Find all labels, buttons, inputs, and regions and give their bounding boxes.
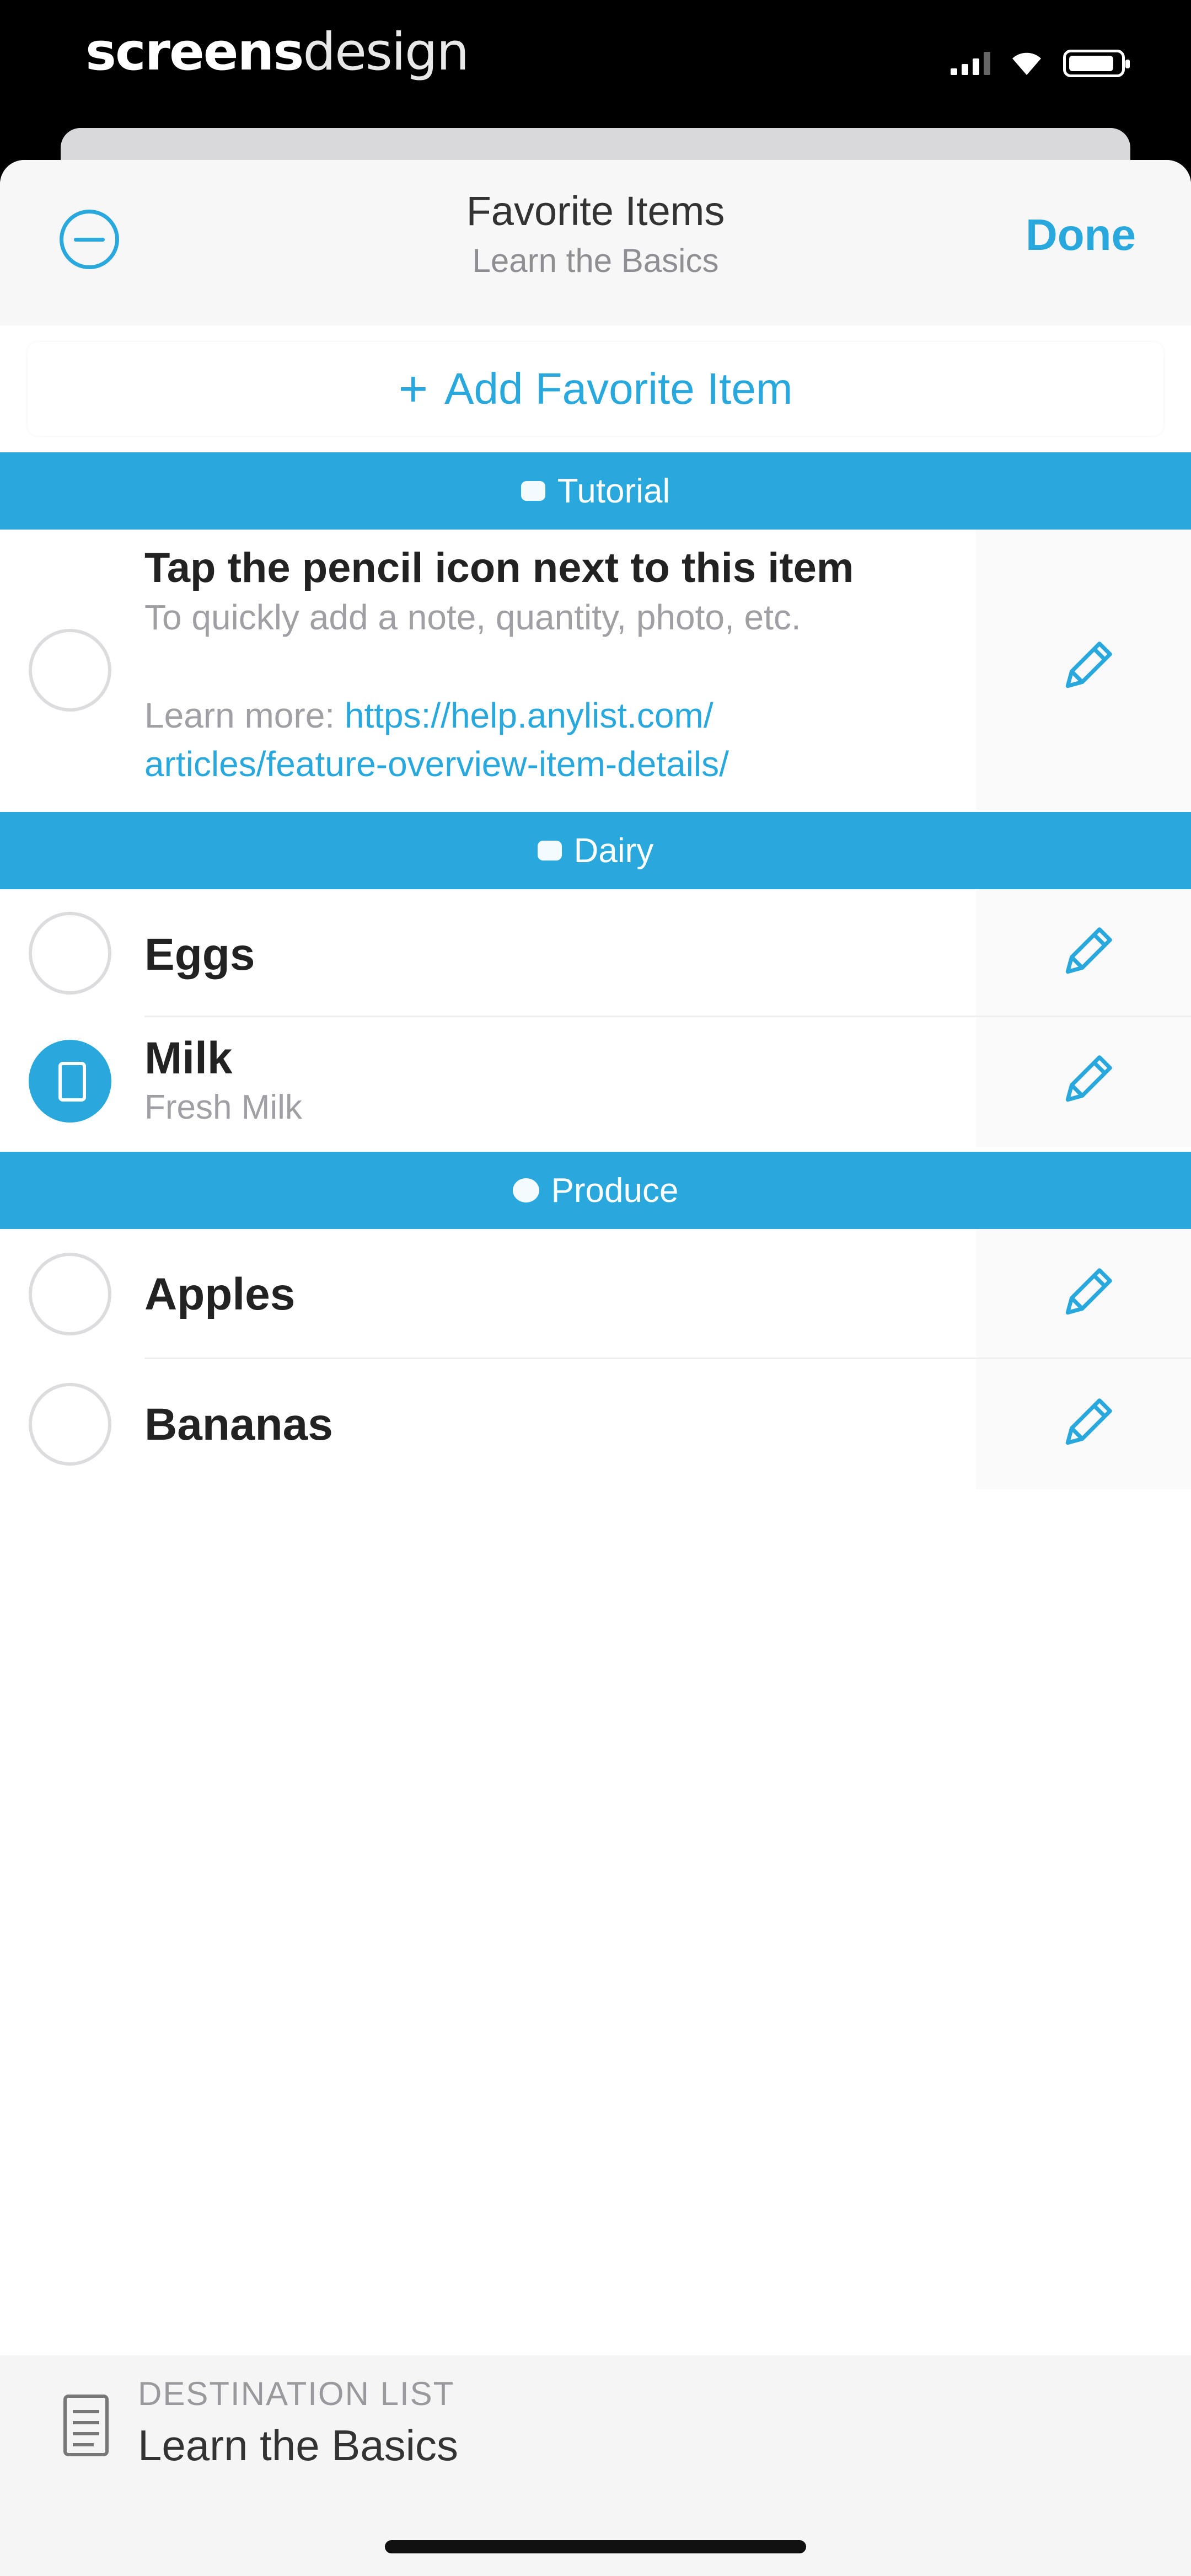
section-title-produce: Produce <box>551 1171 679 1210</box>
item-note: To quickly add a note, quantity, photo, … <box>144 597 801 637</box>
list-item-apples[interactable]: Apples <box>0 1229 1191 1359</box>
item-name: Bananas <box>144 1399 333 1450</box>
add-favorite-item-label: Add Favorite Item <box>444 364 793 413</box>
status-icons <box>951 50 1130 77</box>
category-icon <box>512 1178 539 1203</box>
edit-item-cell[interactable] <box>976 530 1191 811</box>
pencil-icon[interactable] <box>1053 920 1119 986</box>
watermark-bold: screens <box>85 22 304 82</box>
item-note: Fresh Milk <box>144 1088 302 1126</box>
edit-item-cell[interactable] <box>976 889 1191 1017</box>
edit-item-cell[interactable] <box>976 1229 1191 1359</box>
list-item-bananas[interactable]: Bananas <box>0 1359 1191 1489</box>
section-header-tutorial: Tutorial <box>0 452 1191 530</box>
destination-list-label: DESTINATION LIST <box>138 2375 455 2412</box>
watermark: screensdesign <box>85 22 469 82</box>
battery-icon <box>1063 50 1130 77</box>
item-checkbox[interactable] <box>29 912 111 995</box>
category-icon <box>537 841 562 861</box>
add-favorite-item-button[interactable]: + Add Favorite Item <box>28 342 1163 436</box>
done-button[interactable]: Done <box>1026 210 1136 260</box>
wifi-icon <box>1012 52 1041 75</box>
pencil-icon[interactable] <box>1053 1391 1119 1457</box>
section-header-produce: Produce <box>0 1152 1191 1229</box>
help-link-continued[interactable]: articles/feature-overview-item-details/ <box>144 744 729 784</box>
category-icon <box>521 481 545 501</box>
item-checkbox[interactable] <box>29 1383 111 1466</box>
item-name: Eggs <box>144 929 255 980</box>
help-link[interactable]: https://help.anylist.com/ <box>345 696 713 735</box>
learn-more-line: Learn more: https://help.anylist.com/ <box>144 695 713 736</box>
item-checkbox[interactable] <box>29 1253 111 1335</box>
signal-icon <box>951 52 990 75</box>
navigation-bar: Favorite Items Learn the Basics Done <box>0 160 1191 325</box>
destination-list-value: Learn the Basics <box>138 2421 459 2470</box>
favorites-sheet: Favorite Items Learn the Basics Done + A… <box>0 160 1191 2576</box>
item-checkbox-checked[interactable] <box>29 1040 111 1123</box>
pencil-icon[interactable] <box>1053 634 1119 701</box>
edit-item-cell[interactable] <box>976 1017 1191 1147</box>
plus-icon: + <box>398 361 428 417</box>
edit-item-cell[interactable] <box>976 1359 1191 1489</box>
pencil-icon[interactable] <box>1053 1048 1119 1114</box>
item-title: Tap the pencil icon next to this item <box>144 544 854 591</box>
list-item-tutorial[interactable]: Tap the pencil icon next to this item To… <box>0 530 1191 811</box>
item-checkbox[interactable] <box>29 629 111 712</box>
watermark-light: design <box>303 22 469 82</box>
page-subtitle: Learn the Basics <box>472 242 719 279</box>
section-header-dairy: Dairy <box>0 812 1191 889</box>
list-icon <box>63 2395 109 2456</box>
item-name: Apples <box>144 1269 296 1319</box>
section-title-dairy: Dairy <box>573 831 654 870</box>
list-item-milk[interactable]: Milk Fresh Milk <box>0 1017 1191 1147</box>
home-indicator[interactable] <box>385 2540 806 2553</box>
list-item-eggs[interactable]: Eggs <box>0 889 1191 1017</box>
section-title-tutorial: Tutorial <box>557 472 670 510</box>
note-icon <box>58 1062 86 1102</box>
item-name: Milk <box>144 1033 233 1083</box>
page-title: Favorite Items <box>466 188 725 234</box>
status-bar: screensdesign <box>0 0 1191 132</box>
pencil-icon[interactable] <box>1053 1261 1119 1327</box>
learn-more-label: Learn more: <box>144 696 345 735</box>
